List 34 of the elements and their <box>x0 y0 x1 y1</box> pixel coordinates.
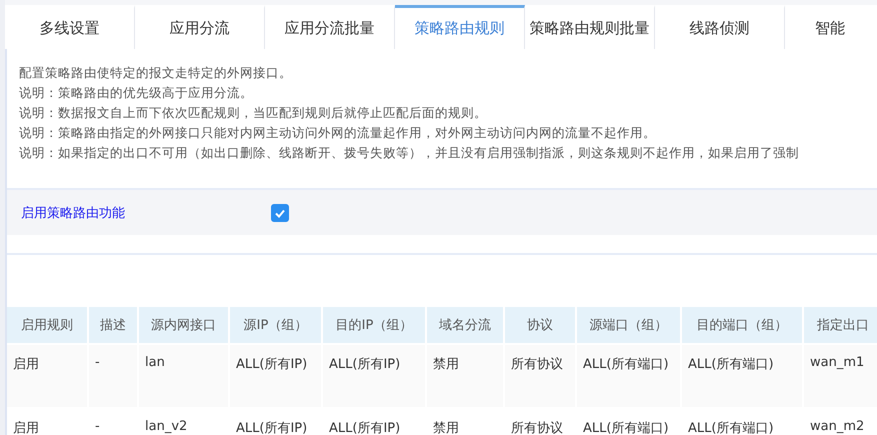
column-header: 目的端口（组） <box>682 307 802 343</box>
table-cell: 启用 <box>7 345 87 407</box>
table-cell: ALL(所有IP) <box>323 345 425 407</box>
column-header: 源端口（组） <box>577 307 680 343</box>
tab[interactable]: 线路侦测 <box>655 5 785 49</box>
table-cell: lan <box>139 345 228 407</box>
tab[interactable]: 策略路由规则批量 <box>525 5 655 49</box>
column-header: 源内网接口 <box>139 307 228 343</box>
table-cell: ALL(所有端口) <box>682 345 802 407</box>
table-cell: - <box>89 345 137 407</box>
tab[interactable]: 应用分流 <box>135 5 265 49</box>
table-cell: ALL(所有端口) <box>577 345 680 407</box>
tab[interactable]: 多线设置 <box>5 5 135 49</box>
column-header: 域名分流 <box>427 307 503 343</box>
column-header: 指定出口 <box>804 307 877 343</box>
enable-label: 启用策略路由功能 <box>21 204 126 222</box>
table-cell: 禁用 <box>427 345 503 407</box>
column-header: 目的IP（组） <box>323 307 425 343</box>
column-header: 协议 <box>505 307 575 343</box>
table-cell: 所有协议 <box>505 345 575 407</box>
note-text: 说明：如果指定的出口不可用（如出口删除、线路断开、拨号失败等），并且没有启用强制指派，则这条规则不起作用，如果启用了强制 <box>19 144 800 162</box>
enable-checkbox[interactable] <box>271 204 289 222</box>
note-text: 说明：策略路由指定的外网接口只能对内网主动访问外网的流量起作用，对外网主动访问内网的流量不起作用。 <box>19 124 657 142</box>
column-header: 描述 <box>89 307 137 343</box>
note-text: 说明：策略路由的优先级高于应用分流。 <box>19 84 254 102</box>
note-text: 配置策略路由使特定的报文走特定的外网接口。 <box>19 64 293 82</box>
tab[interactable]: 智能 <box>785 5 877 49</box>
table-cell: ALL(所有IP) <box>230 345 321 407</box>
column-header: 启用规则 <box>7 307 87 343</box>
tab[interactable]: 应用分流批量 <box>265 5 395 49</box>
tab[interactable]: 策略路由规则 <box>395 5 525 49</box>
table-cell: wan_m1 <box>804 345 877 407</box>
note-text: 说明：数据报文自上而下依次匹配规则，当匹配到规则后就停止匹配后面的规则。 <box>19 104 488 122</box>
column-header: 源IP（组） <box>230 307 321 343</box>
